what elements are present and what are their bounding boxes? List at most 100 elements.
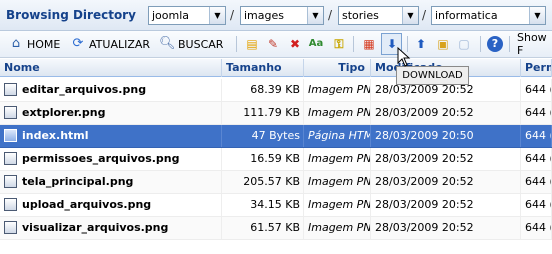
path-select-0[interactable]: joomla ▼: [148, 6, 226, 25]
show-label: Show F: [517, 31, 547, 57]
table-row[interactable]: editar_arquivos.png 68.39 KB Imagem PNG …: [0, 79, 552, 102]
file-name-cell: upload_arquivos.png: [0, 194, 222, 216]
table-row[interactable]: tela_principal.png 205.57 KB Imagem PNG …: [0, 171, 552, 194]
archive-icon[interactable]: ▣: [435, 36, 451, 52]
file-modified: 28/03/2009 20:52: [371, 194, 521, 216]
refresh-label: ATUALIZAR: [89, 37, 151, 51]
search-icon: 🔍︎: [159, 36, 176, 51]
chevron-down-icon[interactable]: ▼: [529, 7, 545, 24]
file-name: tela_principal.png: [22, 175, 134, 188]
toolbar-divider: [480, 36, 481, 52]
file-icon: [4, 106, 17, 119]
table-row[interactable]: extplorer.png 111.79 KB Imagem PNG 28/03…: [0, 102, 552, 125]
home-label: HOME: [27, 37, 61, 51]
file-icon: [4, 221, 17, 234]
file-name-cell: extplorer.png: [0, 102, 222, 124]
file-name-cell: permissoes_arquivos.png: [0, 148, 222, 170]
path-separator: /: [230, 8, 235, 22]
path-select-value: stories: [342, 9, 379, 22]
file-name-cell: visualizar_arquivos.png: [0, 217, 222, 239]
file-size: 34.15 KB: [222, 194, 304, 216]
file-modified: 28/03/2009 20:50: [371, 125, 521, 147]
table-row[interactable]: upload_arquivos.png 34.15 KB Imagem PNG …: [0, 194, 552, 217]
file-type: Imagem PNG: [304, 217, 371, 239]
file-size: 68.39 KB: [222, 79, 304, 101]
file-size: 47 Bytes: [222, 125, 304, 147]
path-select-value: joomla: [152, 9, 190, 22]
path-select-2[interactable]: stories ▼: [338, 6, 419, 25]
chevron-down-icon[interactable]: ▼: [307, 7, 323, 24]
refresh-button[interactable]: ⟳ ATUALIZAR: [70, 35, 151, 53]
path-separator: /: [422, 8, 427, 22]
column-name[interactable]: Nome: [0, 59, 222, 77]
toolbar-divider: [509, 36, 510, 52]
file-name-cell: index.html: [0, 125, 222, 147]
mouse-cursor-icon: [397, 47, 411, 67]
path-separator: /: [328, 8, 333, 22]
file-type: Imagem PNG: [304, 148, 371, 170]
path-select-value: images: [244, 9, 284, 22]
grid-header: Nome Tamanho Tipo Modificado Permissões: [0, 59, 552, 77]
column-type[interactable]: Tipo: [304, 59, 371, 77]
file-size: 61.57 KB: [222, 217, 304, 239]
chmod-icon[interactable]: ⚿: [331, 36, 347, 52]
chevron-down-icon[interactable]: ▼: [402, 7, 418, 24]
file-modified: 28/03/2009 20:52: [371, 217, 521, 239]
file-name-cell: tela_principal.png: [0, 171, 222, 193]
path-select-1[interactable]: images ▼: [240, 6, 324, 25]
toolbar-divider: [353, 36, 354, 52]
file-name: permissoes_arquivos.png: [22, 152, 180, 165]
file-icon: [4, 152, 17, 165]
new-file-icon[interactable]: ▤: [244, 36, 260, 52]
show-toggle[interactable]: Show F: [517, 31, 552, 57]
extract-icon[interactable]: ▢: [456, 36, 472, 52]
file-name: editar_arquivos.png: [22, 83, 147, 96]
file-type: Imagem PNG: [304, 102, 371, 124]
home-icon: ⌂: [11, 36, 21, 51]
file-icon: [4, 83, 17, 96]
table-row-selected[interactable]: index.html 47 Bytes Página HTML 28/03/20…: [0, 125, 552, 148]
table-row[interactable]: permissoes_arquivos.png 16.59 KB Imagem …: [0, 148, 552, 171]
file-permissions: 644 (rw-r--r--): [521, 79, 552, 101]
column-size[interactable]: Tamanho: [222, 59, 304, 77]
panel-title: Browsing Directory: [6, 8, 136, 22]
file-modified: 28/03/2009 20:52: [371, 148, 521, 170]
file-icon: [4, 198, 17, 211]
rename-icon[interactable]: Aa: [308, 36, 324, 52]
refresh-icon: ⟳: [72, 36, 84, 51]
download-tooltip: DOWNLOAD: [396, 66, 469, 85]
toolbar-divider: [236, 36, 237, 52]
file-type: Imagem PNG: [304, 171, 371, 193]
upload-icon[interactable]: ⬆: [413, 36, 429, 52]
edit-icon[interactable]: ✎: [265, 36, 281, 52]
file-type: Imagem PNG: [304, 194, 371, 216]
file-name-cell: editar_arquivos.png: [0, 79, 222, 101]
path-select-value: informatica: [435, 9, 498, 22]
file-name: extplorer.png: [22, 106, 106, 119]
path-select-3[interactable]: informatica ▼: [431, 6, 546, 25]
help-icon[interactable]: ?: [487, 36, 503, 52]
file-permissions: 644 (rw-r--r--): [521, 102, 552, 124]
file-size: 205.57 KB: [222, 171, 304, 193]
table-row[interactable]: visualizar_arquivos.png 61.57 KB Imagem …: [0, 217, 552, 240]
file-name: upload_arquivos.png: [22, 198, 152, 211]
chevron-down-icon[interactable]: ▼: [209, 7, 225, 24]
search-button[interactable]: 🔍︎ BUSCAR: [159, 35, 223, 53]
file-icon: [4, 175, 17, 188]
file-modified: 28/03/2009 20:52: [371, 171, 521, 193]
home-button[interactable]: ⌂ HOME: [8, 35, 61, 53]
file-permissions: 644 (rw-r--r--): [521, 217, 552, 239]
view-icon[interactable]: ▦: [361, 36, 377, 52]
search-label: BUSCAR: [178, 37, 224, 51]
file-name: index.html: [22, 129, 89, 142]
file-size: 111.79 KB: [222, 102, 304, 124]
delete-icon[interactable]: ✖: [287, 36, 303, 52]
file-name: visualizar_arquivos.png: [22, 221, 169, 234]
toolbar: ⌂ HOME ⟳ ATUALIZAR 🔍︎ BUSCAR ▤ ✎ ✖ Aa ⚿ …: [0, 31, 552, 58]
file-icon: [4, 129, 17, 142]
file-permissions: 644 (rw-r--r--): [521, 171, 552, 193]
header-bar: Browsing Directory joomla ▼ / images ▼ /…: [0, 0, 552, 31]
file-size: 16.59 KB: [222, 148, 304, 170]
file-type: Imagem PNG: [304, 79, 371, 101]
column-permissions[interactable]: Permissões: [521, 59, 552, 77]
